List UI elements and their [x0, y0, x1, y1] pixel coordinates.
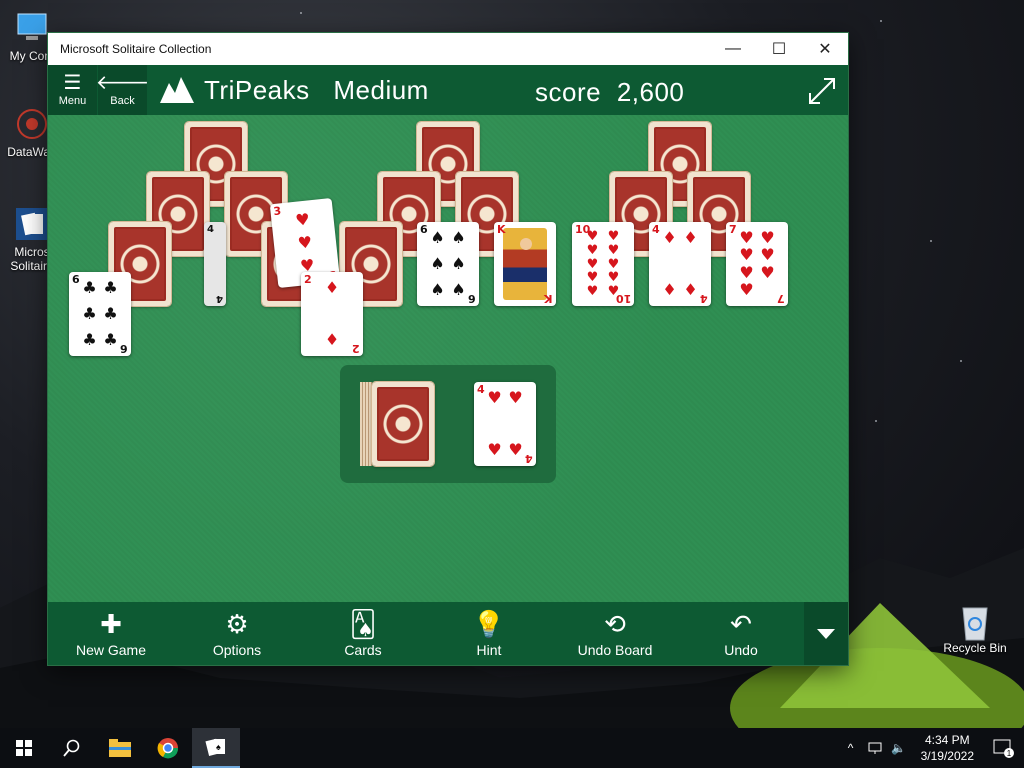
undo-board-button[interactable]: ⟲ Undo Board	[552, 602, 678, 665]
plus-icon: ✚	[100, 608, 122, 639]
card-6-spades[interactable]: 6 ♠ ♠ ♠ ♠ ♠ ♠ 6	[417, 222, 479, 306]
search-icon	[63, 739, 80, 757]
chevron-down-icon	[817, 628, 835, 639]
minimize-button[interactable]: —	[710, 33, 756, 65]
clock-time: 4:34 PM	[924, 733, 970, 747]
gear-icon: ⚙	[225, 608, 249, 639]
datawag-icon	[14, 106, 50, 142]
search-button[interactable]	[48, 728, 96, 768]
windows-logo-icon	[16, 740, 32, 756]
card-6-clubs[interactable]: 6 ♣ ♣ ♣ ♣ ♣ ♣ 6	[69, 272, 131, 356]
notification-icon	[993, 739, 1014, 758]
game-board: 6 ♣♣♣♣♣♣ 6 4 4 3 ♥♥♥ 3 2 ♦♦ 2 6 ♠♠♠♠♠♠ 6	[48, 115, 848, 602]
notification-center-button[interactable]: 1	[984, 728, 1024, 768]
undo-label: Undo	[724, 641, 758, 658]
stock-pile[interactable]	[371, 381, 435, 467]
taskbar: ♠ ^ 🔈 4:34 PM 3/19/2022 1	[0, 728, 1024, 768]
hamburger-icon: ☰	[63, 72, 82, 94]
more-button[interactable]	[804, 602, 848, 665]
solitaire-icon	[14, 206, 50, 242]
game-title: TriPeaks Medium	[204, 75, 429, 106]
clock-date: 3/19/2022	[920, 749, 974, 763]
undo-board-icon: ⟲	[604, 608, 626, 639]
options-button[interactable]: ⚙ Options	[174, 602, 300, 665]
game-difficulty: Medium	[333, 74, 429, 105]
computer-icon	[14, 10, 50, 46]
window-title: Microsoft Solitaire Collection	[60, 42, 212, 56]
game-toolbar: ✚ New Game ⚙ Options 🂡 Cards 💡 Hint ⟲ Un…	[48, 602, 848, 665]
hint-label: Hint	[476, 641, 502, 658]
file-explorer-button[interactable]	[96, 728, 144, 768]
network-icon[interactable]	[863, 728, 887, 768]
card-10-hearts[interactable]: 10 ♥ ♥ ♥ ♥ ♥ ♥ ♥ ♥ ♥ ♥ 10	[572, 222, 634, 306]
close-button[interactable]: ✕	[802, 33, 848, 65]
start-button[interactable]	[0, 728, 48, 768]
undo-button[interactable]: ↶ Undo	[678, 602, 804, 665]
stock-waste-area: 4 ♥ ♥ ♥ ♥ 4	[340, 365, 556, 483]
system-tray: ^ 🔈 4:34 PM 3/19/2022 1	[839, 728, 1024, 768]
options-label: Options	[212, 641, 262, 658]
menu-label: Menu	[58, 95, 87, 107]
desktop-icon-label: Recycle Bin	[943, 641, 1007, 655]
new-game-button[interactable]: ✚ New Game	[48, 602, 174, 665]
app-header: ☰ Menu 🡐 Back TriPeaks Medium	[48, 65, 848, 115]
score-display: score 2,600	[535, 77, 684, 108]
cards-button[interactable]: 🂡 Cards	[300, 602, 426, 665]
notification-count: 1	[1006, 748, 1012, 758]
back-label: Back	[110, 95, 135, 107]
waste-card-4-hearts: 4 ♥ ♥ ♥ ♥ 4	[474, 382, 536, 466]
cards-icon: 🂡	[349, 608, 377, 639]
card-king-diamonds[interactable]: K K	[494, 222, 556, 306]
undo-icon: ↶	[730, 608, 752, 639]
card-4-spades-flipping[interactable]: 4 4	[204, 222, 226, 306]
maximize-button[interactable]: ☐	[756, 33, 802, 65]
back-arrow-icon: 🡐	[95, 72, 150, 94]
card-rank: 4	[207, 224, 214, 235]
solitaire-cards-icon: ♠	[205, 738, 225, 756]
undo-board-label: Undo Board	[577, 641, 653, 658]
desktop-icon-recycle-bin[interactable]: Recycle Bin	[942, 602, 1008, 655]
back-button[interactable]: 🡐 Back	[95, 65, 150, 115]
lightbulb-icon: 💡	[472, 608, 506, 639]
clock[interactable]: 4:34 PM 3/19/2022	[921, 732, 974, 764]
folder-icon	[109, 739, 131, 757]
chevron-up-icon[interactable]: ^	[839, 728, 863, 768]
fullscreen-icon[interactable]	[808, 77, 836, 105]
card-2-diamonds[interactable]: 2 ♦ ♦ 2	[301, 272, 363, 356]
card-7-hearts[interactable]: 7 ♥ ♥ ♥ ♥ ♥ ♥ ♥ 7	[726, 222, 788, 306]
solitaire-taskbar-button[interactable]: ♠	[192, 728, 240, 768]
chrome-button[interactable]	[144, 728, 192, 768]
score-value: 2,600	[616, 77, 685, 107]
king-illustration	[503, 228, 547, 300]
card-rank: K	[497, 223, 506, 236]
game-name: TriPeaks	[204, 74, 310, 105]
cards-label: Cards	[344, 641, 382, 658]
tripeaks-logo-icon	[160, 77, 194, 103]
volume-icon[interactable]: 🔈	[887, 728, 911, 768]
window-titlebar[interactable]: Microsoft Solitaire Collection — ☐ ✕	[48, 33, 848, 65]
svg-text:♠: ♠	[216, 742, 221, 752]
chrome-icon	[157, 738, 179, 759]
recycle-bin-icon	[957, 602, 993, 641]
score-label: score	[535, 77, 602, 107]
menu-button[interactable]: ☰ Menu	[48, 65, 98, 115]
solitaire-window: Microsoft Solitaire Collection — ☐ ✕ ☰ M…	[48, 33, 848, 665]
new-game-label: New Game	[75, 641, 147, 658]
hint-button[interactable]: 💡 Hint	[426, 602, 552, 665]
card-4-diamonds[interactable]: 4 ♦ ♦ ♦ ♦ 4	[649, 222, 711, 306]
